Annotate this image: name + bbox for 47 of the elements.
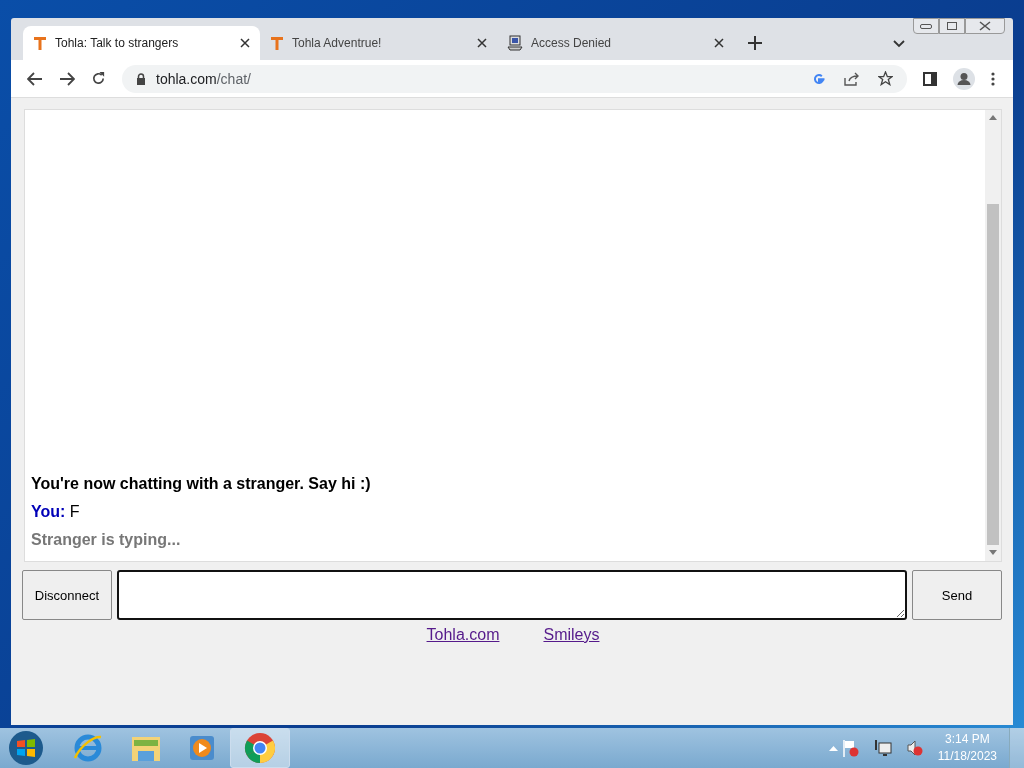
- scroll-down-icon[interactable]: [989, 550, 997, 555]
- address-bar[interactable]: tohla.com/chat/: [122, 64, 907, 93]
- side-panel-icon[interactable]: [923, 71, 937, 86]
- minimize-button[interactable]: [913, 18, 939, 34]
- close-button[interactable]: [965, 18, 1005, 34]
- system-message: You're now chatting with a stranger. Say hi :): [31, 475, 372, 493]
- reload-icon[interactable]: [91, 71, 106, 86]
- footer-link[interactable]: Smileys: [543, 626, 600, 644]
- message-input[interactable]: [117, 570, 907, 620]
- lock-icon: [136, 72, 146, 85]
- disconnect-button[interactable]: Disconnect: [22, 570, 112, 620]
- profile-icon[interactable]: [953, 67, 975, 90]
- chrome-taskbar-button[interactable]: [230, 728, 290, 768]
- close-icon: [979, 21, 991, 31]
- back-icon[interactable]: [27, 71, 43, 86]
- start-button[interactable]: [8, 730, 44, 766]
- send-button[interactable]: Send: [912, 570, 1002, 620]
- forward-icon[interactable]: [59, 71, 75, 86]
- close-icon[interactable]: [240, 38, 250, 48]
- new-tab-icon[interactable]: [748, 36, 762, 50]
- network-icon[interactable]: [873, 739, 892, 757]
- speaker-icon[interactable]: [905, 739, 924, 757]
- scrollbar[interactable]: [985, 110, 1001, 561]
- share-icon[interactable]: [844, 71, 860, 86]
- menu-icon[interactable]: [991, 71, 995, 86]
- chevron-down-icon[interactable]: [893, 40, 905, 48]
- clock-time: 3:14 PM: [945, 731, 990, 748]
- clock-date: 11/18/2023: [937, 748, 997, 765]
- close-icon[interactable]: [477, 38, 487, 48]
- t-logo-icon: [33, 35, 47, 51]
- close-icon[interactable]: [714, 38, 724, 48]
- footer-link[interactable]: Tohla.com: [426, 626, 500, 644]
- scroll-up-icon[interactable]: [989, 115, 997, 120]
- browser-tab[interactable]: Tohla: Talk to strangers: [23, 26, 260, 60]
- url-text: tohla.com/chat/: [156, 70, 251, 87]
- t-logo-icon: [270, 35, 284, 51]
- star-icon[interactable]: [878, 71, 893, 86]
- flag-icon[interactable]: [841, 739, 860, 757]
- maximize-button[interactable]: [939, 18, 965, 34]
- sender-label: You:: [31, 503, 66, 520]
- message-text: F: [69, 503, 80, 520]
- browser-tab[interactable]: Tohla Adventrue!: [260, 26, 497, 60]
- browser-tab[interactable]: Access Denied: [497, 26, 734, 60]
- google-icon[interactable]: [812, 71, 826, 86]
- computer-icon: [507, 35, 523, 51]
- media-player-icon[interactable]: [188, 734, 216, 762]
- typing-status: Stranger is typing...: [31, 531, 182, 549]
